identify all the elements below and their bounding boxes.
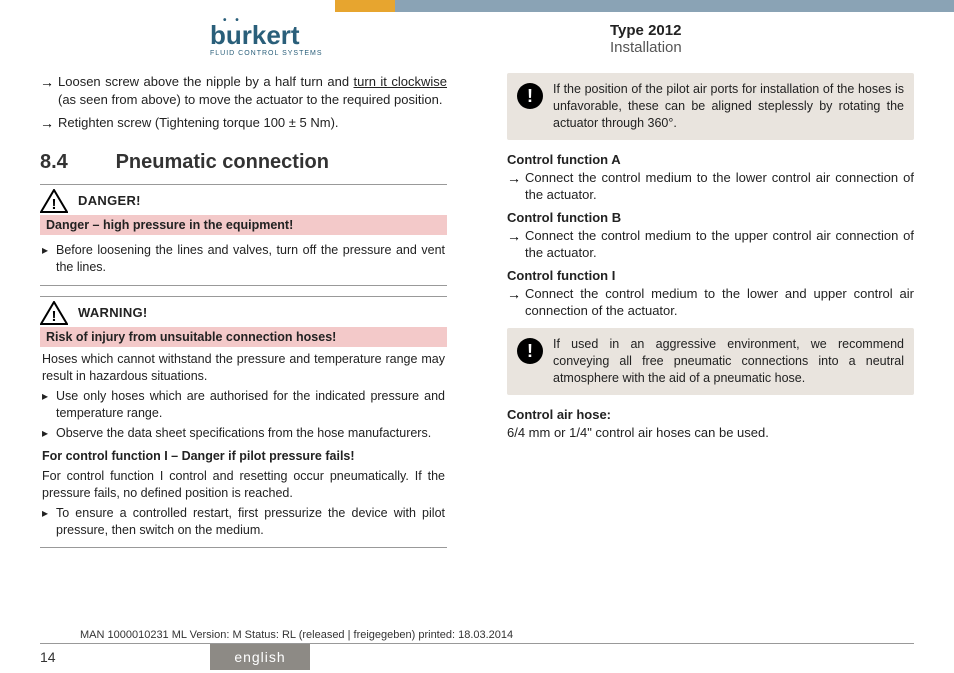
- step-text: Connect the control medium to the lower …: [525, 285, 914, 320]
- step-text-underline: turn it clockwise: [354, 74, 447, 89]
- bullet-text: To ensure a controlled restart, first pr…: [56, 505, 445, 539]
- step-text: Retighten screw (Tightening torque 100 ±…: [58, 114, 447, 132]
- chevron-icon: ▸: [42, 388, 56, 404]
- step-text: Connect the control medium to the upper …: [525, 227, 914, 262]
- section-number: 8.4: [40, 151, 110, 174]
- warning-triangle-icon: !: [40, 301, 68, 325]
- instruction-step: → Retighten screw (Tightening torque 100…: [40, 114, 447, 133]
- cf-b-head: Control function B: [507, 210, 914, 225]
- warning-bullet: ▸ Observe the data sheet specifications …: [42, 425, 445, 442]
- warning-subhead: Risk of injury from unsuitable connectio…: [40, 327, 447, 347]
- arrow-icon: →: [507, 227, 525, 246]
- warning-cf-head: For control function I – Danger if pilot…: [42, 448, 445, 465]
- note-text: If used in an aggressive environment, we…: [553, 336, 904, 387]
- svg-text:!: !: [52, 308, 57, 325]
- hose-text: 6/4 mm or 1/4" control air hoses can be …: [507, 424, 914, 442]
- bullet-text: Use only hoses which are authorised for …: [56, 388, 445, 422]
- arrow-icon: →: [40, 114, 58, 133]
- page-header: • • burkert FLUID CONTROL SYSTEMS Type 2…: [0, 12, 954, 63]
- warning-lead: Hoses which cannot withstand the pressur…: [42, 351, 445, 385]
- cf-i-head: Control function I: [507, 268, 914, 283]
- page-footer: MAN 1000010231 ML Version: M Status: RL …: [0, 629, 954, 673]
- info-exclaim-icon: !: [517, 83, 543, 109]
- bullet-text: Before loosening the lines and valves, t…: [56, 242, 445, 276]
- instruction-step: → Connect the control medium to the uppe…: [507, 227, 914, 262]
- instruction-step: → Loosen screw above the nipple by a hal…: [40, 73, 447, 108]
- instruction-step: → Connect the control medium to the lowe…: [507, 169, 914, 204]
- doc-section-label: Installation: [610, 39, 914, 56]
- note-box: ! If the position of the pilot air ports…: [507, 73, 914, 140]
- warning-cf-lead: For control function I control and reset…: [42, 468, 445, 502]
- bullet-text: Observe the data sheet specifications fr…: [56, 425, 445, 442]
- step-text: Loosen screw above the nipple by a half …: [58, 74, 354, 89]
- arrow-icon: →: [507, 169, 525, 188]
- danger-label: DANGER!: [78, 193, 141, 208]
- page-content: → Loosen screw above the nipple by a hal…: [0, 63, 954, 558]
- arrow-icon: →: [40, 73, 58, 92]
- section-heading: 8.4 Pneumatic connection: [40, 151, 447, 174]
- arrow-icon: →: [507, 285, 525, 304]
- warning-label: WARNING!: [78, 305, 148, 320]
- info-exclaim-icon: !: [517, 338, 543, 364]
- brand-logo: • • burkert: [210, 22, 323, 48]
- warning-block: ! WARNING! Risk of injury from unsuitabl…: [40, 296, 447, 549]
- instruction-step: → Connect the control medium to the lowe…: [507, 285, 914, 320]
- section-title: Pneumatic connection: [116, 151, 329, 173]
- chevron-icon: ▸: [42, 425, 56, 441]
- chevron-icon: ▸: [42, 505, 56, 521]
- danger-subhead: Danger – high pressure in the equipment!: [40, 215, 447, 235]
- warning-bullet: ▸ To ensure a controlled restart, first …: [42, 505, 445, 539]
- step-text: (as seen from above) to move the actuato…: [58, 92, 442, 107]
- footer-meta: MAN 1000010231 ML Version: M Status: RL …: [40, 629, 914, 644]
- svg-text:!: !: [52, 196, 57, 213]
- chevron-icon: ▸: [42, 242, 56, 258]
- brand-logo-subtitle: FLUID CONTROL SYSTEMS: [210, 50, 323, 57]
- header-color-strip: [0, 0, 954, 12]
- warning-bullet: ▸ Use only hoses which are authorised fo…: [42, 388, 445, 422]
- danger-block: ! DANGER! Danger – high pressure in the …: [40, 184, 447, 286]
- doc-type-label: Type 2012: [610, 22, 914, 39]
- cf-a-head: Control function A: [507, 152, 914, 167]
- warning-triangle-icon: !: [40, 189, 68, 213]
- note-text: If the position of the pilot air ports f…: [553, 81, 904, 132]
- step-text: Connect the control medium to the lower …: [525, 169, 914, 204]
- language-badge: english: [210, 644, 310, 670]
- hose-head: Control air hose:: [507, 407, 914, 422]
- right-column: ! If the position of the pilot air ports…: [507, 73, 914, 558]
- left-column: → Loosen screw above the nipple by a hal…: [40, 73, 447, 558]
- page-number: 14: [0, 644, 210, 670]
- danger-bullet: ▸ Before loosening the lines and valves,…: [42, 242, 445, 276]
- note-box: ! If used in an aggressive environment, …: [507, 328, 914, 395]
